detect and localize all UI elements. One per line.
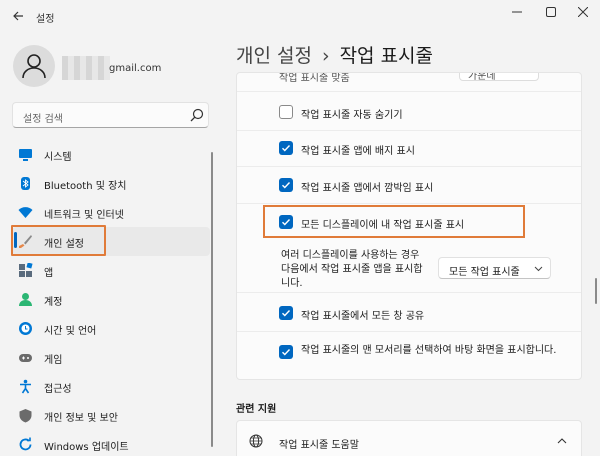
breadcrumb: 개인 설정 › 작업 표시줄 [236,41,433,68]
highlight-outline-option [263,205,525,238]
globe-icon [249,434,263,448]
title-bar: 설정 [0,0,600,32]
avatar[interactable] [13,45,55,87]
sidebar-item-label: 앱 [44,268,54,279]
badges-label: 작업 표시줄 앱에 배지 표시 [301,146,415,157]
sidebar-item-apps[interactable]: 앱 [12,256,210,285]
breadcrumb-separator: › [321,45,330,67]
chevron-up-icon [557,438,567,444]
checkmark-icon [282,349,291,356]
bluetooth-icon [21,177,30,190]
sidebar-item-label: 접근성 [44,384,72,395]
divider [237,331,581,332]
account-email: gmail.com [109,63,162,74]
accessibility-icon [20,379,31,394]
sidebar-scrollbar[interactable] [211,152,213,447]
far-corner-checkbox[interactable] [279,345,293,359]
sidebar-item-bluetooth[interactable]: Bluetooth 및 장치 [12,169,210,198]
sidebar-item-label: Bluetooth 및 장치 [44,181,127,192]
divider [237,292,581,293]
checkmark-icon [282,182,291,189]
breadcrumb-parent[interactable]: 개인 설정 [236,45,312,67]
sidebar-item-label: 시스템 [44,152,72,163]
email-redacted [62,56,110,80]
system-icon [19,149,32,161]
sidebar-item-time-language[interactable]: 시간 및 언어 [12,314,210,343]
taskbar-help-label: 작업 표시줄 도움말 [279,440,359,451]
chevron-down-icon [534,266,543,272]
checkmark-icon [282,145,291,152]
close-button[interactable] [570,3,596,23]
minimize-button[interactable] [504,3,530,23]
auto-hide-checkbox[interactable] [279,105,293,119]
page-title: 작업 표시줄 [339,45,434,67]
taskbar-alignment-value: 가운데 [468,72,496,82]
far-corner-label: 작업 표시줄의 맨 모서리를 선택하여 바탕 화면을 표시합니다. [301,345,557,356]
multi-display-value: 모든 작업 표시줄 [449,267,520,278]
multi-display-label: 여러 디스플레이를 사용하는 경우 다음에서 작업 표시줄 앱을 표시합니다. [281,250,423,289]
badges-checkbox[interactable] [279,141,293,155]
taskbar-alignment-dropdown[interactable]: 가운데 [459,72,539,82]
sidebar-item-accounts[interactable]: 계정 [12,285,210,314]
auto-hide-label: 작업 표시줄 자동 숨기기 [301,110,403,121]
sidebar-item-accessibility[interactable]: 접근성 [12,372,210,401]
divider [237,166,581,167]
gaming-icon [19,354,32,362]
sidebar-item-label: 개인 정보 및 보안 [44,413,118,424]
close-icon [577,6,589,18]
search-placeholder: 설정 검색 [23,114,63,125]
shield-icon [19,409,32,423]
maximize-button[interactable] [538,3,564,23]
sidebar-item-system[interactable]: 시스템 [12,140,210,169]
taskbar-alignment-label: 작업 표시줄 맞춤 [279,73,350,84]
share-windows-checkbox[interactable] [279,306,293,320]
update-icon [19,437,32,451]
time-language-icon [19,322,32,335]
sidebar-item-label: 게임 [44,355,63,366]
sidebar-item-network[interactable]: 네트워크 및 인터넷 [12,198,210,227]
search-icon [190,108,204,122]
sidebar-item-windows-update[interactable]: Windows 업데이트 [12,430,210,456]
sidebar-item-privacy[interactable]: 개인 정보 및 보안 [12,401,210,430]
back-arrow-icon [13,11,23,21]
checkmark-icon [282,310,291,317]
wifi-icon [18,207,33,218]
related-support-heading: 관련 지원 [236,404,277,415]
maximize-icon [546,7,556,17]
divider [237,203,581,204]
apps-icon [19,263,33,277]
share-windows-label: 작업 표시줄에서 모든 창 공유 [301,311,425,322]
account-icon [19,293,32,306]
main-scrollbar[interactable] [595,278,597,304]
person-icon [22,54,46,79]
taskbar-help-expander[interactable]: 작업 표시줄 도움말 [236,420,582,456]
back-button[interactable] [8,6,28,26]
app-title: 설정 [36,14,55,25]
divider [237,91,581,92]
sidebar-item-label: 네트워크 및 인터넷 [44,210,124,221]
divider [237,130,581,131]
search-input[interactable]: 설정 검색 [12,102,209,128]
sidebar-item-label: 계정 [44,297,63,308]
sidebar-item-label: 시간 및 언어 [44,326,97,337]
flashing-label: 작업 표시줄 앱에서 깜박임 표시 [301,183,434,194]
sidebar-item-gaming[interactable]: 게임 [12,343,210,372]
highlight-outline-sidebar [11,225,106,256]
sidebar-item-label: Windows 업데이트 [44,442,129,453]
multi-display-dropdown[interactable]: 모든 작업 표시줄 [438,257,551,279]
minimize-icon [512,11,522,13]
flashing-checkbox[interactable] [279,178,293,192]
